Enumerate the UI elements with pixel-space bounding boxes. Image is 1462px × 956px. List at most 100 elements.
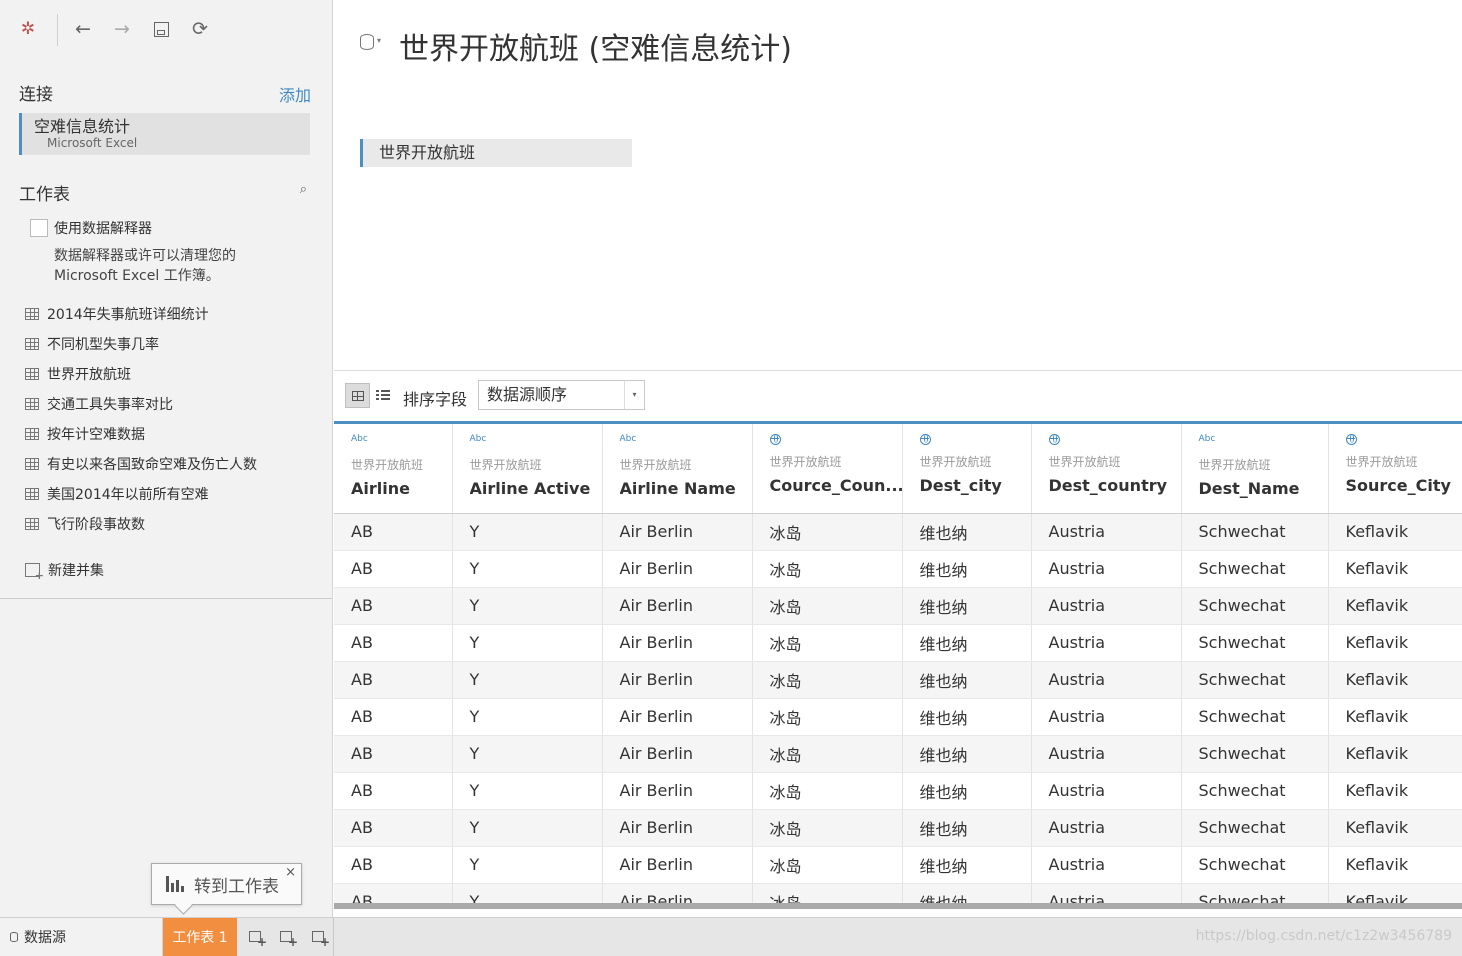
table-cell[interactable]: Keflavik bbox=[1328, 846, 1462, 884]
table-cell[interactable]: 冰岛 bbox=[752, 587, 903, 625]
table-cell[interactable]: 冰岛 bbox=[752, 735, 903, 773]
table-cell[interactable]: 维也纳 bbox=[902, 550, 1032, 588]
add-connection-link[interactable]: 添加 bbox=[279, 82, 311, 106]
table-cell[interactable]: Schwechat bbox=[1181, 809, 1329, 847]
table-cell[interactable]: Y bbox=[452, 550, 603, 588]
table-cell[interactable]: Schwechat bbox=[1181, 698, 1329, 736]
table-cell[interactable]: 冰岛 bbox=[752, 883, 903, 905]
table-cell[interactable]: Air Berlin bbox=[602, 846, 753, 884]
table-cell[interactable]: Keflavik bbox=[1328, 772, 1462, 810]
column-header[interactable]: Abc 世界开放航班 Airline bbox=[334, 424, 453, 514]
table-cell[interactable]: Air Berlin bbox=[602, 809, 753, 847]
table-cell[interactable]: Austria bbox=[1031, 624, 1182, 662]
table-cell[interactable]: Keflavik bbox=[1328, 883, 1462, 905]
string-type-icon[interactable]: Abc bbox=[470, 434, 602, 448]
arrow-right-icon[interactable]: → bbox=[109, 16, 135, 42]
string-type-icon[interactable]: Abc bbox=[620, 434, 752, 448]
horizontal-scrollbar[interactable] bbox=[334, 903, 1462, 909]
chevron-down-icon[interactable]: ▾ bbox=[377, 36, 381, 45]
datasource-title[interactable]: 世界开放航班 (空难信息统计) bbox=[399, 24, 792, 68]
table-cell[interactable]: 冰岛 bbox=[752, 809, 903, 847]
arrow-left-icon[interactable]: ← bbox=[70, 16, 96, 42]
worksheet-item[interactable]: 美国2014年以前所有空难 bbox=[0, 479, 333, 509]
column-header[interactable]: Abc 世界开放航班 Dest_Name bbox=[1181, 424, 1329, 514]
new-worksheet-icon[interactable] bbox=[245, 926, 267, 949]
table-cell[interactable]: Y bbox=[452, 846, 603, 884]
table-cell[interactable]: Schwechat bbox=[1181, 735, 1329, 773]
table-cell[interactable]: Schwechat bbox=[1181, 661, 1329, 699]
new-union-item[interactable]: 新建并集 bbox=[0, 555, 333, 585]
table-cell[interactable]: Y bbox=[452, 513, 603, 551]
worksheet-item[interactable]: 有史以来各国致命空难及伤亡人数 bbox=[0, 449, 333, 479]
data-grid[interactable]: Abc 世界开放航班 Airline Abc 世界开放航班 Airline Active A… bbox=[334, 421, 1462, 905]
worksheet-item[interactable]: 2014年失事航班详细统计 bbox=[0, 299, 333, 329]
table-cell[interactable]: Keflavik bbox=[1328, 809, 1462, 847]
close-icon[interactable]: × bbox=[285, 865, 296, 880]
table-cell[interactable]: AB bbox=[334, 846, 453, 884]
data-interpreter-row[interactable]: 使用数据解释器 bbox=[30, 218, 152, 238]
globe-icon[interactable] bbox=[919, 434, 931, 445]
table-cell[interactable]: AB bbox=[334, 587, 453, 625]
table-cell[interactable]: 维也纳 bbox=[902, 513, 1032, 551]
table-cell[interactable]: Keflavik bbox=[1328, 698, 1462, 736]
table-cell[interactable]: Keflavik bbox=[1328, 735, 1462, 773]
table-cell[interactable]: Austria bbox=[1031, 846, 1182, 884]
table-cell[interactable]: AB bbox=[334, 698, 453, 736]
refresh-icon[interactable]: ⟳ bbox=[187, 16, 213, 42]
table-cell[interactable]: Schwechat bbox=[1181, 846, 1329, 884]
table-cell[interactable]: Air Berlin bbox=[602, 735, 753, 773]
table-cell[interactable]: Austria bbox=[1031, 661, 1182, 699]
table-cell[interactable]: AB bbox=[334, 550, 453, 588]
table-cell[interactable]: Schwechat bbox=[1181, 587, 1329, 625]
canvas-table-pill[interactable]: 世界开放航班 bbox=[360, 139, 632, 167]
table-cell[interactable]: Air Berlin bbox=[602, 772, 753, 810]
table-cell[interactable]: Y bbox=[452, 883, 603, 905]
table-cell[interactable]: Y bbox=[452, 809, 603, 847]
save-icon[interactable] bbox=[148, 16, 174, 42]
table-cell[interactable]: AB bbox=[334, 883, 453, 905]
worksheet-item[interactable]: 不同机型失事几率 bbox=[0, 329, 333, 359]
database-icon[interactable] bbox=[360, 34, 374, 50]
table-cell[interactable]: 维也纳 bbox=[902, 809, 1032, 847]
table-cell[interactable]: 冰岛 bbox=[752, 698, 903, 736]
globe-icon[interactable] bbox=[769, 434, 781, 445]
table-cell[interactable]: Air Berlin bbox=[602, 883, 753, 905]
column-header[interactable]: 世界开放航班 Dest_city bbox=[902, 424, 1032, 514]
table-cell[interactable]: Austria bbox=[1031, 809, 1182, 847]
column-header[interactable]: Abc 世界开放航班 Airline Name bbox=[602, 424, 753, 514]
table-cell[interactable]: Y bbox=[452, 624, 603, 662]
worksheet-item[interactable]: 飞行阶段事故数 bbox=[0, 509, 333, 539]
table-cell[interactable]: AB bbox=[334, 624, 453, 662]
table-cell[interactable]: Y bbox=[452, 698, 603, 736]
connection-item[interactable]: 空难信息统计 Microsoft Excel bbox=[19, 113, 310, 155]
table-cell[interactable]: AB bbox=[334, 772, 453, 810]
table-cell[interactable]: Keflavik bbox=[1328, 513, 1462, 551]
table-cell[interactable]: Air Berlin bbox=[602, 661, 753, 699]
tab-worksheet-1[interactable]: 工作表 1 bbox=[163, 918, 237, 956]
string-type-icon[interactable]: Abc bbox=[351, 434, 452, 448]
table-cell[interactable]: Y bbox=[452, 587, 603, 625]
table-cell[interactable]: Austria bbox=[1031, 735, 1182, 773]
new-story-icon[interactable] bbox=[308, 926, 330, 949]
table-cell[interactable]: Schwechat bbox=[1181, 550, 1329, 588]
table-cell[interactable]: Y bbox=[452, 772, 603, 810]
table-cell[interactable]: Air Berlin bbox=[602, 698, 753, 736]
table-cell[interactable]: Austria bbox=[1031, 550, 1182, 588]
string-type-icon[interactable]: Abc bbox=[1199, 434, 1328, 448]
table-cell[interactable]: Y bbox=[452, 661, 603, 699]
table-cell[interactable]: 维也纳 bbox=[902, 883, 1032, 905]
grid-view-icon[interactable] bbox=[345, 383, 370, 408]
worksheet-item[interactable]: 世界开放航班 bbox=[0, 359, 333, 389]
tableau-logo-icon[interactable]: ✲ bbox=[15, 16, 41, 42]
table-cell[interactable]: Schwechat bbox=[1181, 772, 1329, 810]
table-cell[interactable]: 冰岛 bbox=[752, 772, 903, 810]
table-cell[interactable]: AB bbox=[334, 661, 453, 699]
column-header[interactable]: 世界开放航班 Dest_country bbox=[1031, 424, 1182, 514]
globe-icon[interactable] bbox=[1048, 434, 1060, 445]
table-cell[interactable]: Schwechat bbox=[1181, 883, 1329, 905]
table-cell[interactable]: Air Berlin bbox=[602, 587, 753, 625]
table-cell[interactable]: 冰岛 bbox=[752, 513, 903, 551]
table-cell[interactable]: 冰岛 bbox=[752, 661, 903, 699]
worksheet-item[interactable]: 按年计空难数据 bbox=[0, 419, 333, 449]
table-cell[interactable]: 冰岛 bbox=[752, 550, 903, 588]
